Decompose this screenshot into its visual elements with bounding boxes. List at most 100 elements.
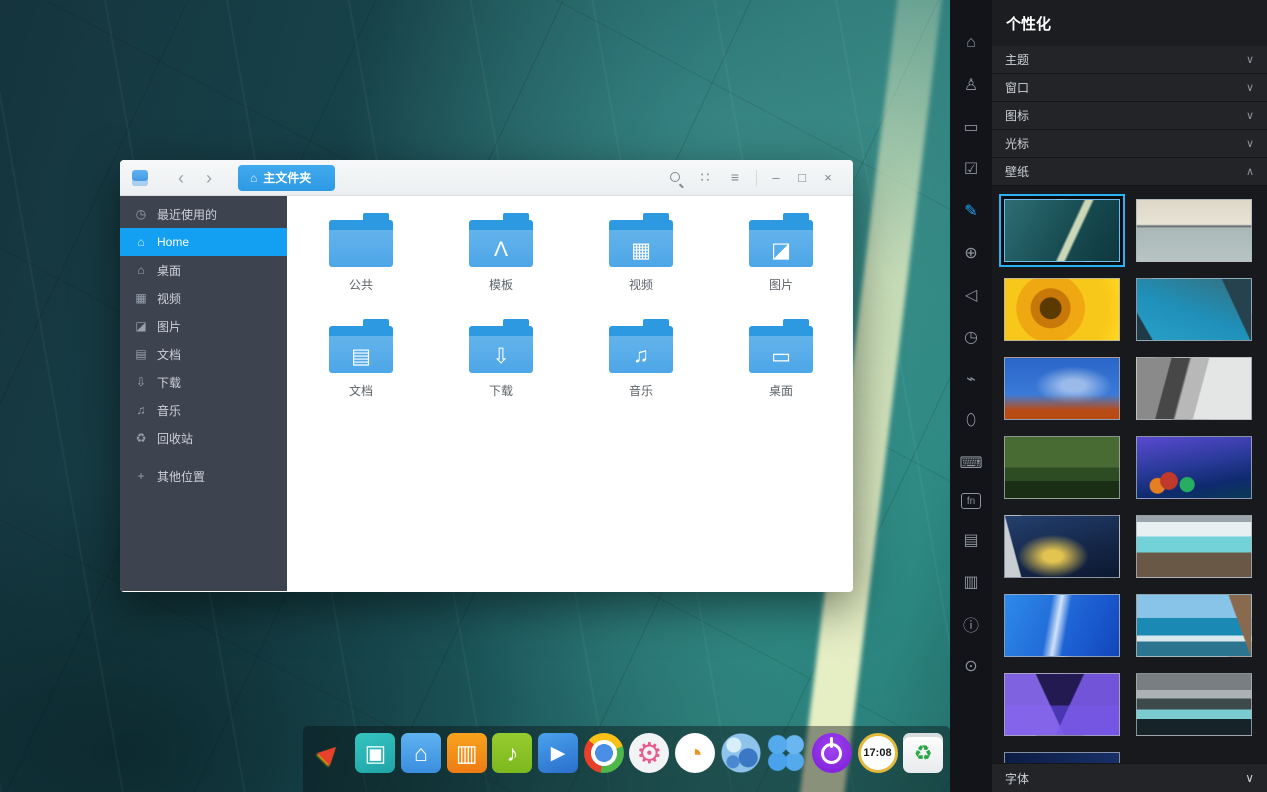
sidebar-item-label: 其他位置 bbox=[157, 468, 205, 485]
accounts-icon[interactable]: ♙ bbox=[959, 73, 983, 96]
folder-icon bbox=[329, 220, 393, 267]
underwater-sailfish[interactable] bbox=[1004, 594, 1120, 657]
search-icon[interactable] bbox=[660, 169, 690, 186]
night-plants-abstract[interactable] bbox=[1136, 436, 1252, 499]
folder-icon: ▦ bbox=[609, 220, 673, 267]
network-icon[interactable]: ⊕ bbox=[959, 241, 983, 264]
sound-icon[interactable]: ◁ bbox=[959, 283, 983, 306]
night-coastal-town[interactable] bbox=[1004, 515, 1120, 578]
view-mode-icon[interactable]: ∷ bbox=[690, 169, 720, 186]
dock-item-glyph: ♻ bbox=[914, 741, 933, 766]
sidebar-item-music[interactable]: ♫ 音乐 bbox=[120, 396, 287, 424]
menu-icon[interactable]: ≡ bbox=[720, 169, 750, 186]
dock-item-glyph: ⚙ bbox=[636, 736, 662, 771]
folder-icon: Λ bbox=[469, 220, 533, 267]
section-row[interactable]: 图标 ∨ bbox=[992, 102, 1267, 130]
datetime-icon[interactable]: ◷ bbox=[959, 325, 983, 348]
sidebar-item-home[interactable]: ⌂ Home bbox=[120, 228, 287, 256]
section-row[interactable]: 光标 ∨ bbox=[992, 130, 1267, 158]
dock-item-glyph: ▥ bbox=[456, 740, 478, 767]
browser-globe-icon[interactable] bbox=[719, 729, 763, 777]
folder-badge-glyph: ▦ bbox=[609, 233, 673, 267]
chevron-icon: ∨ bbox=[1246, 109, 1254, 122]
shutdown-dock-icon[interactable] bbox=[810, 729, 854, 777]
folder-desktop[interactable]: ▭ 桌面 bbox=[711, 314, 851, 420]
folder-downloads[interactable]: ⇩ 下载 bbox=[431, 314, 571, 420]
sunflower[interactable] bbox=[1004, 278, 1120, 341]
sidebar-item-icon: + bbox=[134, 469, 148, 483]
mouse-icon[interactable]: ⬯ bbox=[959, 409, 983, 432]
minimize-button[interactable]: – bbox=[763, 170, 789, 185]
folder-public[interactable]: 公共 bbox=[291, 208, 431, 314]
hdr-village-sky[interactable] bbox=[1004, 357, 1120, 420]
file-manager-sidebar: ◷ 最近使用的 ⌂ Home ⌂ 桌面 ▦ 视 bbox=[120, 196, 287, 591]
shutdown-icon[interactable]: ⊙ bbox=[959, 654, 983, 677]
movie-player-icon[interactable]: ▶ bbox=[536, 729, 580, 777]
file-manager-icon[interactable]: ⌂ bbox=[399, 729, 443, 777]
close-button[interactable]: × bbox=[815, 170, 841, 185]
music-player-icon[interactable]: ♪ bbox=[491, 729, 535, 777]
folder-documents[interactable]: ▤ 文档 bbox=[291, 314, 431, 420]
trash-icon[interactable]: ♻ bbox=[901, 729, 945, 777]
section-row[interactable]: 主题 ∨ bbox=[992, 46, 1267, 74]
section-row[interactable]: 窗口 ∨ bbox=[992, 74, 1267, 102]
clock-icon[interactable]: 17:08 bbox=[856, 729, 900, 777]
remote-assistance-icon[interactable]: ▥ bbox=[959, 570, 983, 593]
shortcuts-icon[interactable]: fn bbox=[961, 493, 981, 509]
lowpoly-purple-mountains[interactable] bbox=[1004, 673, 1120, 736]
building-corner-sky[interactable] bbox=[1136, 278, 1252, 341]
back-button[interactable]: ‹ bbox=[172, 169, 190, 187]
display-icon[interactable]: ▭ bbox=[959, 115, 983, 138]
sidebar-item-label: 文档 bbox=[157, 346, 181, 363]
folder-templates[interactable]: Λ 模板 bbox=[431, 208, 571, 314]
forest-river[interactable] bbox=[1004, 436, 1120, 499]
sidebar-item-label: 音乐 bbox=[157, 402, 181, 419]
foggy-cliff[interactable] bbox=[1136, 357, 1252, 420]
folder-label: 音乐 bbox=[571, 382, 711, 399]
personalization-icon[interactable]: ✎ bbox=[959, 199, 983, 222]
sidebar-item-label: 图片 bbox=[157, 318, 181, 335]
sidebar-item-downloads[interactable]: ⇩ 下载 bbox=[120, 368, 287, 396]
dark-blue-partial[interactable] bbox=[1004, 752, 1120, 763]
boot-menu-icon[interactable]: ▤ bbox=[959, 528, 983, 551]
location-tab[interactable]: ⌂ 主文件夹 bbox=[238, 165, 335, 191]
section-label: 图标 bbox=[1005, 107, 1029, 124]
section-label: 光标 bbox=[1005, 135, 1029, 152]
fonts-section-row[interactable]: 字体 ∨ bbox=[992, 763, 1267, 792]
multitasking-icon[interactable]: ▣ bbox=[354, 729, 398, 777]
sidebar-item-pictures[interactable]: ◪ 图片 bbox=[120, 312, 287, 340]
sidebar-item-trash[interactable]: ♻ 回收站 bbox=[120, 424, 287, 452]
control-center-gear-icon[interactable]: ⚙ bbox=[627, 729, 671, 777]
control-center-panel: ⌂ ♙ ▭ ☑ ✎ ⊕ ◁ ◷ ⌁ ⬯ ⌨ fn bbox=[950, 0, 1267, 792]
window-titlebar[interactable]: ‹ › ⌂ 主文件夹 ∷ ≡ bbox=[120, 160, 853, 196]
pier-over-sea[interactable] bbox=[1136, 199, 1252, 262]
maximize-button[interactable]: □ bbox=[789, 170, 815, 185]
app-store-icon[interactable]: ▥ bbox=[445, 729, 489, 777]
power-icon[interactable]: ⌁ bbox=[959, 367, 983, 390]
teal-glass-current[interactable] bbox=[1004, 199, 1120, 262]
storm-glacier[interactable] bbox=[1136, 673, 1252, 736]
folder-music[interactable]: ♫ 音乐 bbox=[571, 314, 711, 420]
default-apps-icon[interactable]: ☑ bbox=[959, 157, 983, 180]
system-info-icon[interactable]: ⓘ bbox=[959, 612, 983, 635]
sidebar-item-other-locations[interactable]: + 其他位置 bbox=[120, 462, 287, 490]
rocky-coast-waves[interactable] bbox=[1136, 594, 1252, 657]
forward-button[interactable]: › bbox=[200, 169, 218, 187]
orange-swirl-app-icon[interactable]: ◔ bbox=[673, 729, 717, 777]
launcher-icon[interactable]: ▲ bbox=[308, 729, 352, 777]
section-row[interactable]: 壁纸 ∧ bbox=[992, 158, 1267, 186]
sidebar-item-documents[interactable]: ▤ 文档 bbox=[120, 340, 287, 368]
folder-icon: ♫ bbox=[609, 326, 673, 373]
chrome-icon[interactable] bbox=[582, 729, 626, 777]
keyboard-icon[interactable]: ⌨ bbox=[959, 451, 983, 474]
turquoise-glacier[interactable] bbox=[1136, 515, 1252, 578]
chevron-icon: ∧ bbox=[1246, 165, 1254, 178]
sidebar-item-desktop[interactable]: ⌂ 桌面 bbox=[120, 256, 287, 284]
folder-pictures[interactable]: ◪ 图片 bbox=[711, 208, 851, 314]
sidebar-item-recent[interactable]: ◷ 最近使用的 bbox=[120, 200, 287, 228]
workspaces-icon[interactable] bbox=[764, 729, 808, 777]
home-icon[interactable]: ⌂ bbox=[959, 31, 983, 54]
dock-item-icon: ▶ bbox=[538, 733, 578, 773]
sidebar-item-videos[interactable]: ▦ 视频 bbox=[120, 284, 287, 312]
folder-videos[interactable]: ▦ 视频 bbox=[571, 208, 711, 314]
